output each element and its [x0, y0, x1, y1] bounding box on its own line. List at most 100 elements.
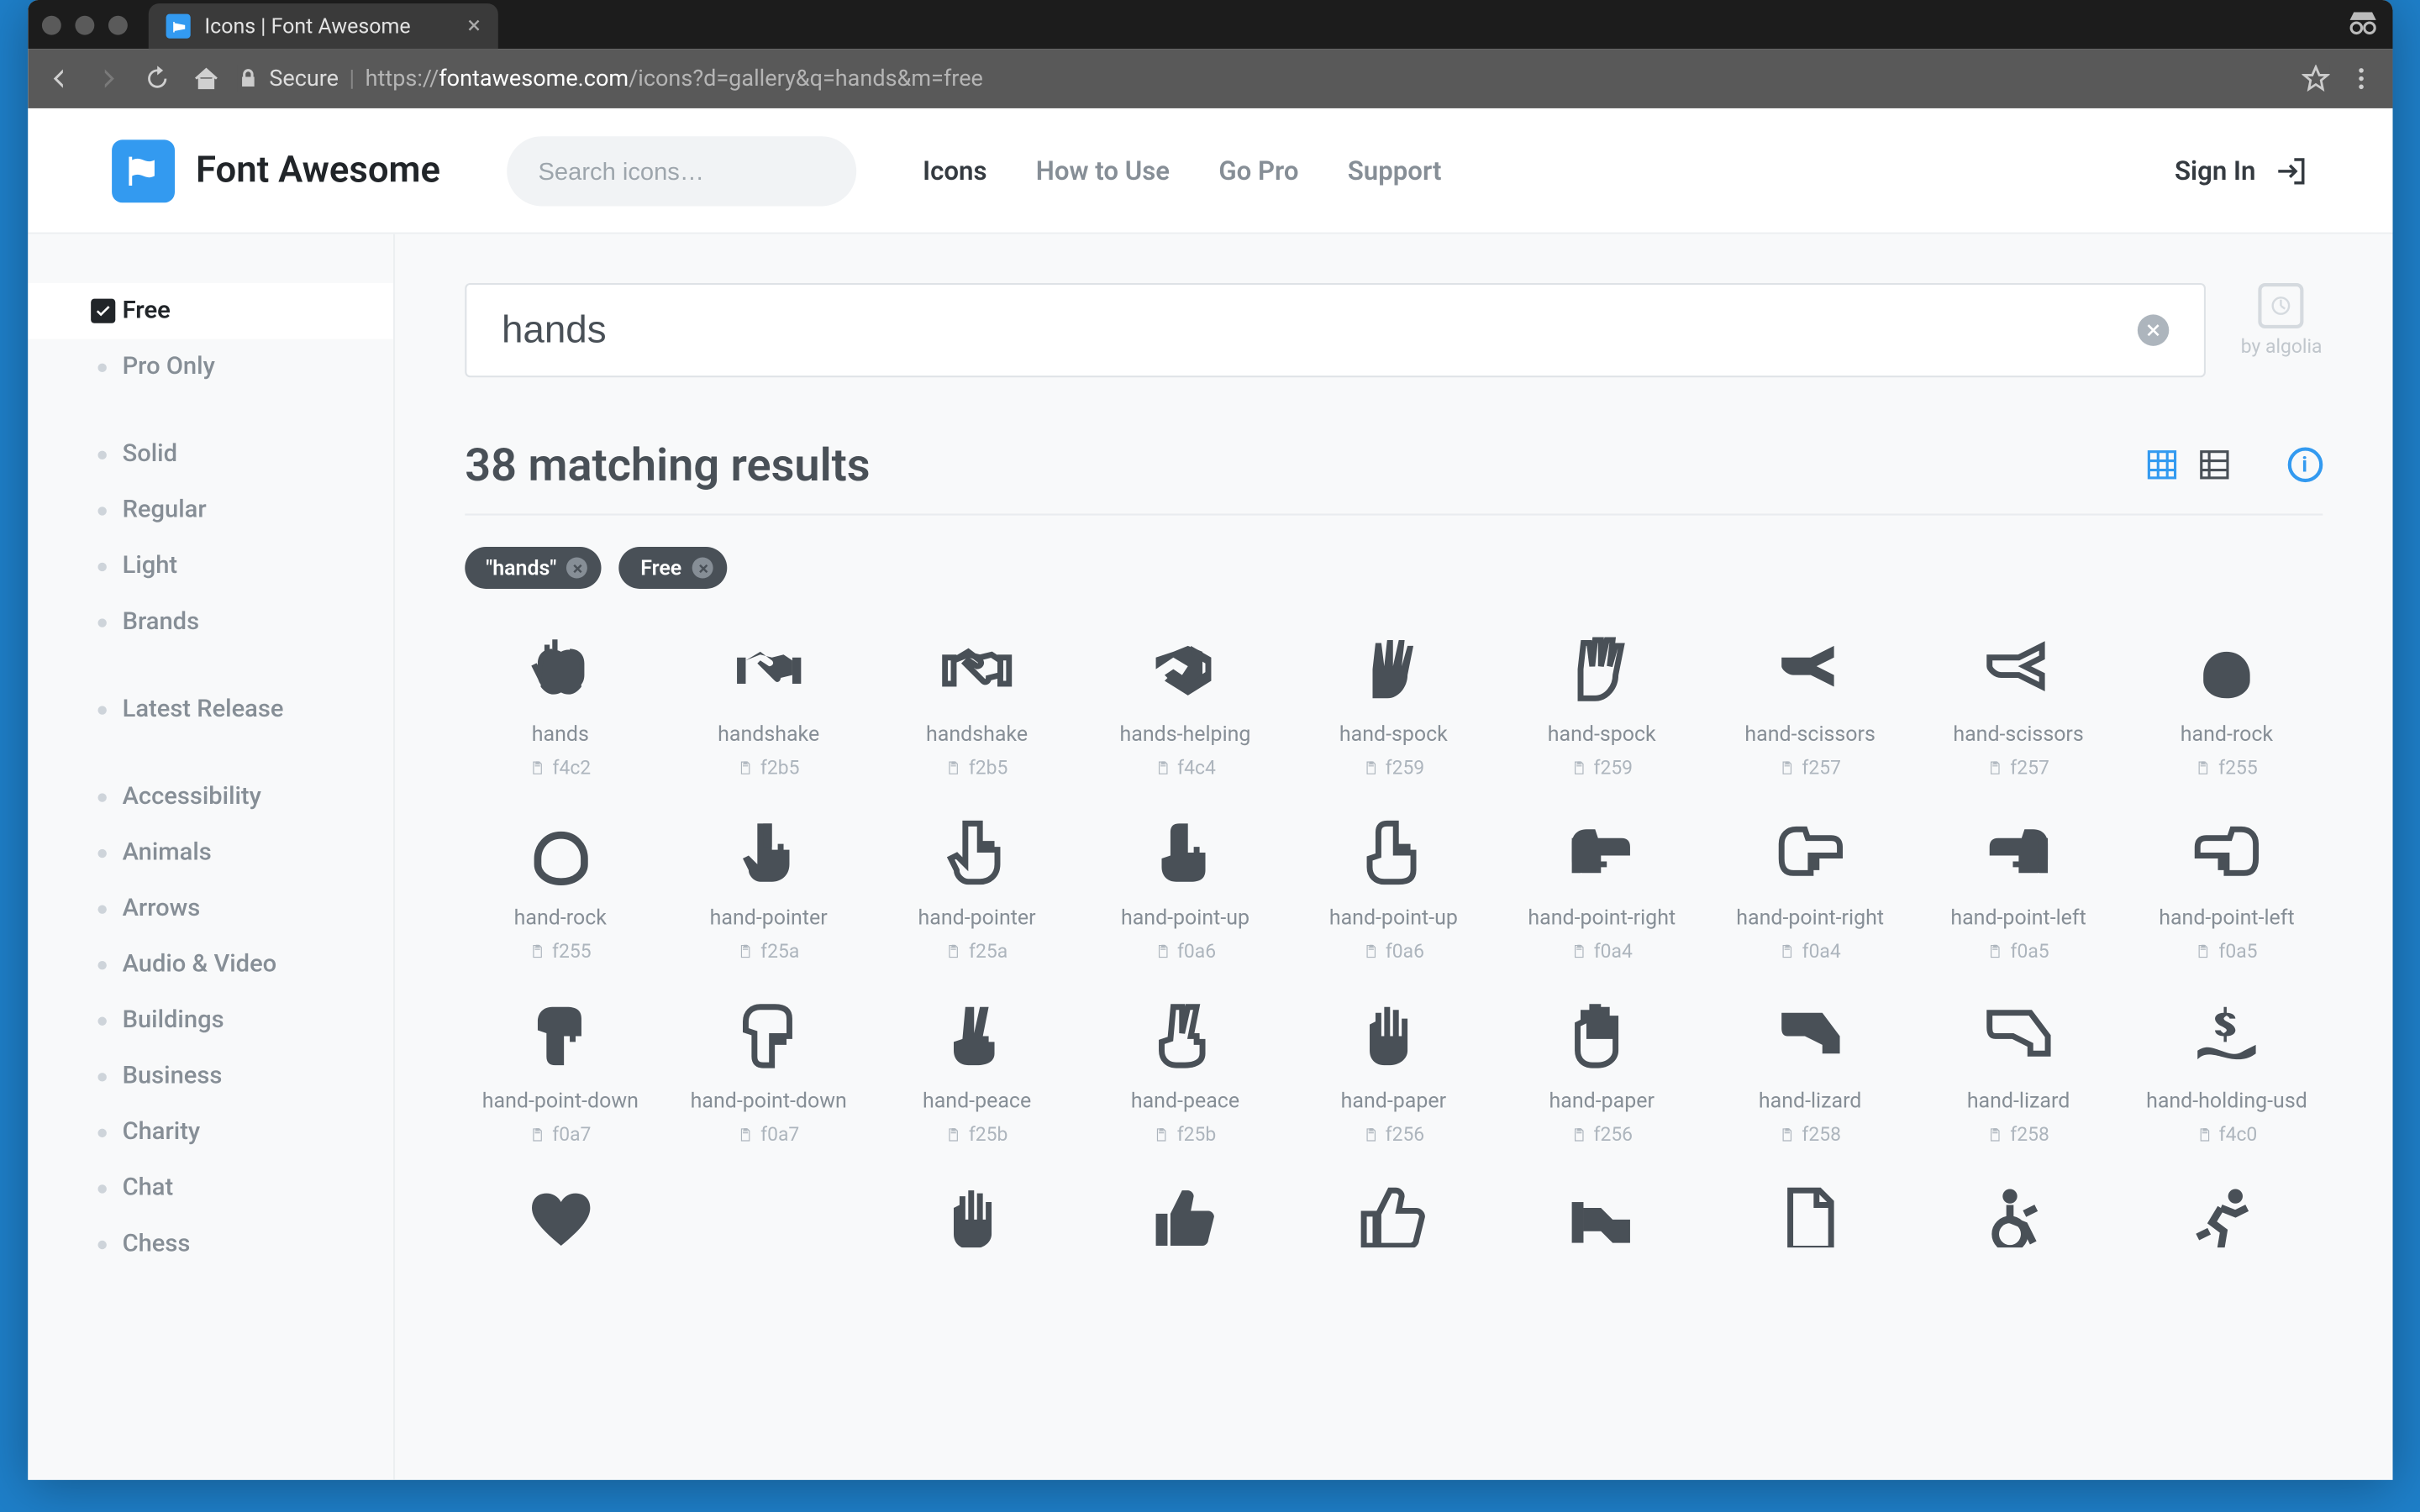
- nav-link-how[interactable]: How to Use: [1036, 155, 1170, 186]
- filter-chip[interactable]: Free: [619, 547, 727, 589]
- icon-cell[interactable]: hand-lizardf258: [1715, 995, 1906, 1147]
- icon-cell[interactable]: hand-rockf255: [2131, 627, 2322, 780]
- sidebar-item-brands[interactable]: Brands: [28, 594, 393, 650]
- reload-button[interactable]: [139, 65, 175, 92]
- nav-link-support[interactable]: Support: [1348, 155, 1442, 186]
- icon-cell[interactable]: hand-lizardf258: [1923, 995, 2114, 1147]
- icon-code: f257: [1779, 757, 1841, 780]
- icon-code: f2b5: [946, 757, 1008, 780]
- icon-cell[interactable]: hand-point-upf0a6: [1298, 811, 1489, 963]
- brand[interactable]: Font Awesome: [112, 139, 440, 202]
- icon-cell[interactable]: hand-point-downf0a7: [465, 995, 655, 1147]
- tab-close-icon[interactable]: ×: [467, 13, 481, 40]
- icon-cell[interactable]: hand-holding-usdf4c0: [2131, 995, 2322, 1147]
- main-search-input[interactable]: [502, 307, 2138, 353]
- hand-point-right-icon: [1553, 811, 1650, 895]
- icon-cell[interactable]: [1507, 1178, 1697, 1247]
- icon-cell[interactable]: hand-spockf259: [1298, 627, 1489, 780]
- nav-link-icons[interactable]: Icons: [923, 155, 986, 186]
- icon-code: f2b5: [738, 757, 800, 780]
- header-search[interactable]: [507, 135, 856, 205]
- browser-tab[interactable]: Icons | Font Awesome ×: [149, 3, 498, 49]
- nav-link-pro[interactable]: Go Pro: [1218, 155, 1298, 186]
- sidebar-item-light[interactable]: Light: [28, 538, 393, 595]
- chip-remove-icon[interactable]: [567, 558, 588, 579]
- sidebar-item-audio-video[interactable]: Audio & Video: [28, 937, 393, 993]
- clipboard-icon: [2196, 1127, 2212, 1143]
- sidebar-item-pro-only[interactable]: Pro Only: [28, 339, 393, 396]
- sidebar-item-buildings[interactable]: Buildings: [28, 992, 393, 1048]
- header-search-input[interactable]: [539, 156, 855, 184]
- sign-in-icon: [2273, 153, 2308, 188]
- hands-helping-icon: [1136, 627, 1234, 711]
- icon-cell[interactable]: [881, 1178, 1072, 1247]
- icon-cell[interactable]: hand-peacef25b: [1090, 995, 1281, 1147]
- clipboard-icon: [529, 943, 545, 959]
- sidebar-item-solid[interactable]: Solid: [28, 427, 393, 483]
- sidebar-item-free[interactable]: Free: [28, 283, 393, 339]
- icon-cell[interactable]: [1923, 1178, 2114, 1247]
- icon-cell[interactable]: [673, 1178, 864, 1247]
- icon-cell[interactable]: hand-point-rightf0a4: [1507, 811, 1697, 963]
- icon-cell[interactable]: hand-point-downf0a7: [673, 995, 864, 1147]
- sidebar-item-label: Audio & Video: [123, 951, 277, 979]
- url-field[interactable]: Secure | https://fontawesome.com/icons?d…: [238, 65, 2329, 92]
- icon-cell[interactable]: [1298, 1178, 1489, 1247]
- sidebar-item-business[interactable]: Business: [28, 1048, 393, 1105]
- icon-cell[interactable]: hand-scissorsf257: [1923, 627, 2114, 780]
- icon-cell[interactable]: [465, 1178, 655, 1247]
- icon-code: f0a5: [2196, 940, 2257, 963]
- hand-pointer-icon: [928, 811, 1025, 895]
- info-button[interactable]: i: [2287, 447, 2323, 482]
- icon-cell[interactable]: hand-pointerf25a: [881, 811, 1072, 963]
- secure-label: Secure: [269, 66, 339, 92]
- chip-label: "hands": [486, 555, 556, 580]
- clipboard-icon: [529, 1127, 545, 1143]
- icon-cell[interactable]: hand-pointerf25a: [673, 811, 864, 963]
- icon-cell[interactable]: [1715, 1178, 1906, 1247]
- browser-menu-icon[interactable]: [2343, 65, 2378, 92]
- icon-code: f258: [1779, 1123, 1841, 1146]
- sign-in-button[interactable]: Sign In: [2175, 153, 2308, 188]
- bookmark-star-icon[interactable]: [2302, 65, 2329, 92]
- hand-holding-usd-icon: [2178, 995, 2275, 1079]
- bullet-icon: [97, 562, 106, 570]
- sidebar-item-latest-release[interactable]: Latest Release: [28, 681, 393, 738]
- list-view-button[interactable]: [2196, 447, 2232, 482]
- brand-logo-icon: [112, 139, 175, 202]
- sidebar-item-animals[interactable]: Animals: [28, 825, 393, 881]
- sidebar-item-arrows[interactable]: Arrows: [28, 880, 393, 937]
- icon-cell[interactable]: hand-spockf259: [1507, 627, 1697, 780]
- icon-cell[interactable]: [1090, 1178, 1281, 1247]
- icon-cell[interactable]: hand-point-rightf0a4: [1715, 811, 1906, 963]
- icon-cell[interactable]: handshakef2b5: [881, 627, 1072, 780]
- chip-remove-icon[interactable]: [692, 558, 713, 579]
- icon-cell[interactable]: hand-scissorsf257: [1715, 627, 1906, 780]
- home-button[interactable]: [189, 65, 224, 92]
- sidebar-item-chess[interactable]: Chess: [28, 1216, 393, 1273]
- icon-cell[interactable]: hand-paperf256: [1298, 995, 1489, 1147]
- sidebar-item-chat[interactable]: Chat: [28, 1160, 393, 1216]
- icon-cell[interactable]: hands-helpingf4c4: [1090, 627, 1281, 780]
- sidebar-item-regular[interactable]: Regular: [28, 482, 393, 538]
- main-search[interactable]: [465, 283, 2206, 377]
- clear-search-button[interactable]: [2138, 314, 2169, 345]
- icon-cell[interactable]: hand-rockf255: [465, 811, 655, 963]
- back-button[interactable]: [42, 65, 77, 92]
- icon-cell[interactable]: hand-point-leftf0a5: [2131, 811, 2322, 963]
- clipboard-icon: [529, 760, 545, 776]
- icon-cell[interactable]: handsf4c2: [465, 627, 655, 780]
- sidebar-item-charity[interactable]: Charity: [28, 1105, 393, 1161]
- forward-button[interactable]: [91, 65, 126, 92]
- window-controls[interactable]: [42, 15, 128, 34]
- icon-cell[interactable]: [2131, 1178, 2322, 1247]
- icon-cell[interactable]: hand-point-leftf0a5: [1923, 811, 2114, 963]
- filter-chip[interactable]: "hands": [465, 547, 602, 589]
- sidebar-item-label: Arrows: [123, 895, 201, 922]
- icon-cell[interactable]: hand-peacef25b: [881, 995, 1072, 1147]
- sidebar-item-accessibility[interactable]: Accessibility: [28, 769, 393, 825]
- icon-cell[interactable]: handshakef2b5: [673, 627, 864, 780]
- icon-cell[interactable]: hand-point-upf0a6: [1090, 811, 1281, 963]
- grid-view-button[interactable]: [2144, 447, 2179, 482]
- icon-cell[interactable]: hand-paperf256: [1507, 995, 1697, 1147]
